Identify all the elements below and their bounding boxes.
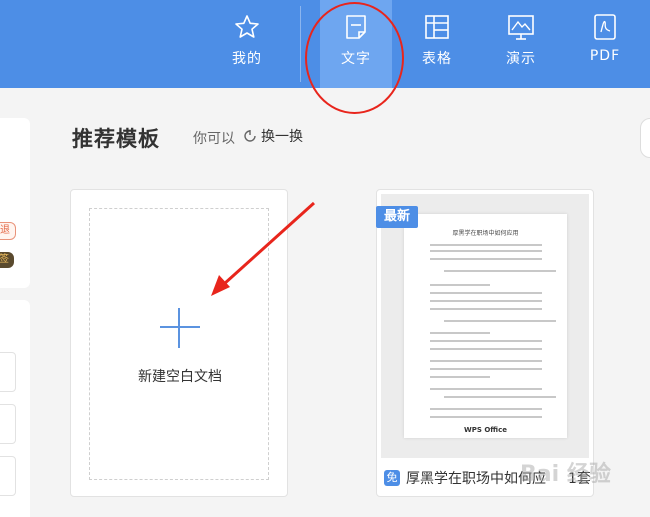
- doc-text-line: [430, 244, 542, 246]
- free-member-icon: 免: [384, 470, 400, 486]
- doc-text-line: [444, 396, 556, 398]
- pdf-icon: [594, 14, 616, 40]
- wps-logo: WPS Office: [464, 426, 507, 434]
- refresh-icon: [244, 130, 256, 142]
- nav-divider: [300, 6, 301, 82]
- doc-text-line: [430, 368, 542, 370]
- doc-text-line: [430, 340, 542, 342]
- doc-text-line: [430, 300, 542, 302]
- left-list-item[interactable]: [0, 456, 16, 496]
- doc-text-line: [430, 308, 542, 310]
- spreadsheet-icon: [425, 15, 449, 39]
- left-list-item[interactable]: [0, 352, 16, 392]
- writer-doc-icon: [346, 15, 366, 39]
- nav-tab-label: PDF: [589, 48, 621, 64]
- doc-text-line: [430, 284, 490, 286]
- section-hint: 你可以: [193, 131, 235, 147]
- nav-tab-label: 文字: [341, 51, 371, 67]
- plus-icon: [178, 308, 180, 348]
- nav-tab-label: 表格: [422, 51, 452, 67]
- doc-text-line: [430, 408, 542, 410]
- scroll-right-button[interactable]: [640, 118, 650, 158]
- doc-text-line: [430, 376, 490, 378]
- nav-tab-writer[interactable]: 文字: [320, 0, 392, 88]
- new-blank-doc-label: 新建空白文档: [138, 369, 222, 385]
- nav-tab-label: 我的: [232, 51, 262, 67]
- doc-text-line: [430, 360, 542, 362]
- doc-text-line: [430, 388, 542, 390]
- doc-text-line: [444, 270, 556, 272]
- plus-icon: [160, 326, 200, 328]
- left-badge[interactable]: 签: [0, 252, 14, 268]
- nav-tab-presentation[interactable]: 演示: [485, 0, 557, 88]
- template-footer: 免 厚黑学在职场中如何应: [384, 468, 546, 488]
- nav-tab-mine[interactable]: 我的: [211, 0, 283, 88]
- section-title: 推荐模板: [72, 127, 160, 151]
- presentation-icon: [508, 15, 534, 40]
- doc-text-line: [430, 416, 542, 418]
- doc-text-line: [430, 250, 542, 252]
- nav-tab-pdf[interactable]: PDF: [569, 0, 641, 88]
- doc-text-line: [430, 332, 490, 334]
- refresh-label: 换一换: [261, 129, 303, 145]
- left-badge[interactable]: 退: [0, 222, 16, 240]
- star-icon: [235, 15, 259, 38]
- nav-tab-label: 演示: [506, 51, 536, 67]
- top-nav-bar: 我的 文字 表格 演示 PDF: [0, 0, 650, 88]
- refresh-button[interactable]: 换一换: [243, 126, 303, 146]
- doc-preview-title: 厚黑学在职场中如何应用: [452, 230, 519, 237]
- template-name: 厚黑学在职场中如何应: [406, 471, 546, 487]
- doc-text-line: [430, 292, 542, 294]
- template-count: 1套: [568, 471, 591, 487]
- doc-text-line: [444, 320, 556, 322]
- left-list-item[interactable]: [0, 404, 16, 444]
- new-badge: 最新: [376, 206, 418, 228]
- nav-tab-spreadsheet[interactable]: 表格: [401, 0, 473, 88]
- doc-text-line: [430, 258, 542, 260]
- template-doc-preview: 厚黑学在职场中如何应用 WPS Office: [404, 214, 567, 438]
- doc-text-line: [430, 348, 542, 350]
